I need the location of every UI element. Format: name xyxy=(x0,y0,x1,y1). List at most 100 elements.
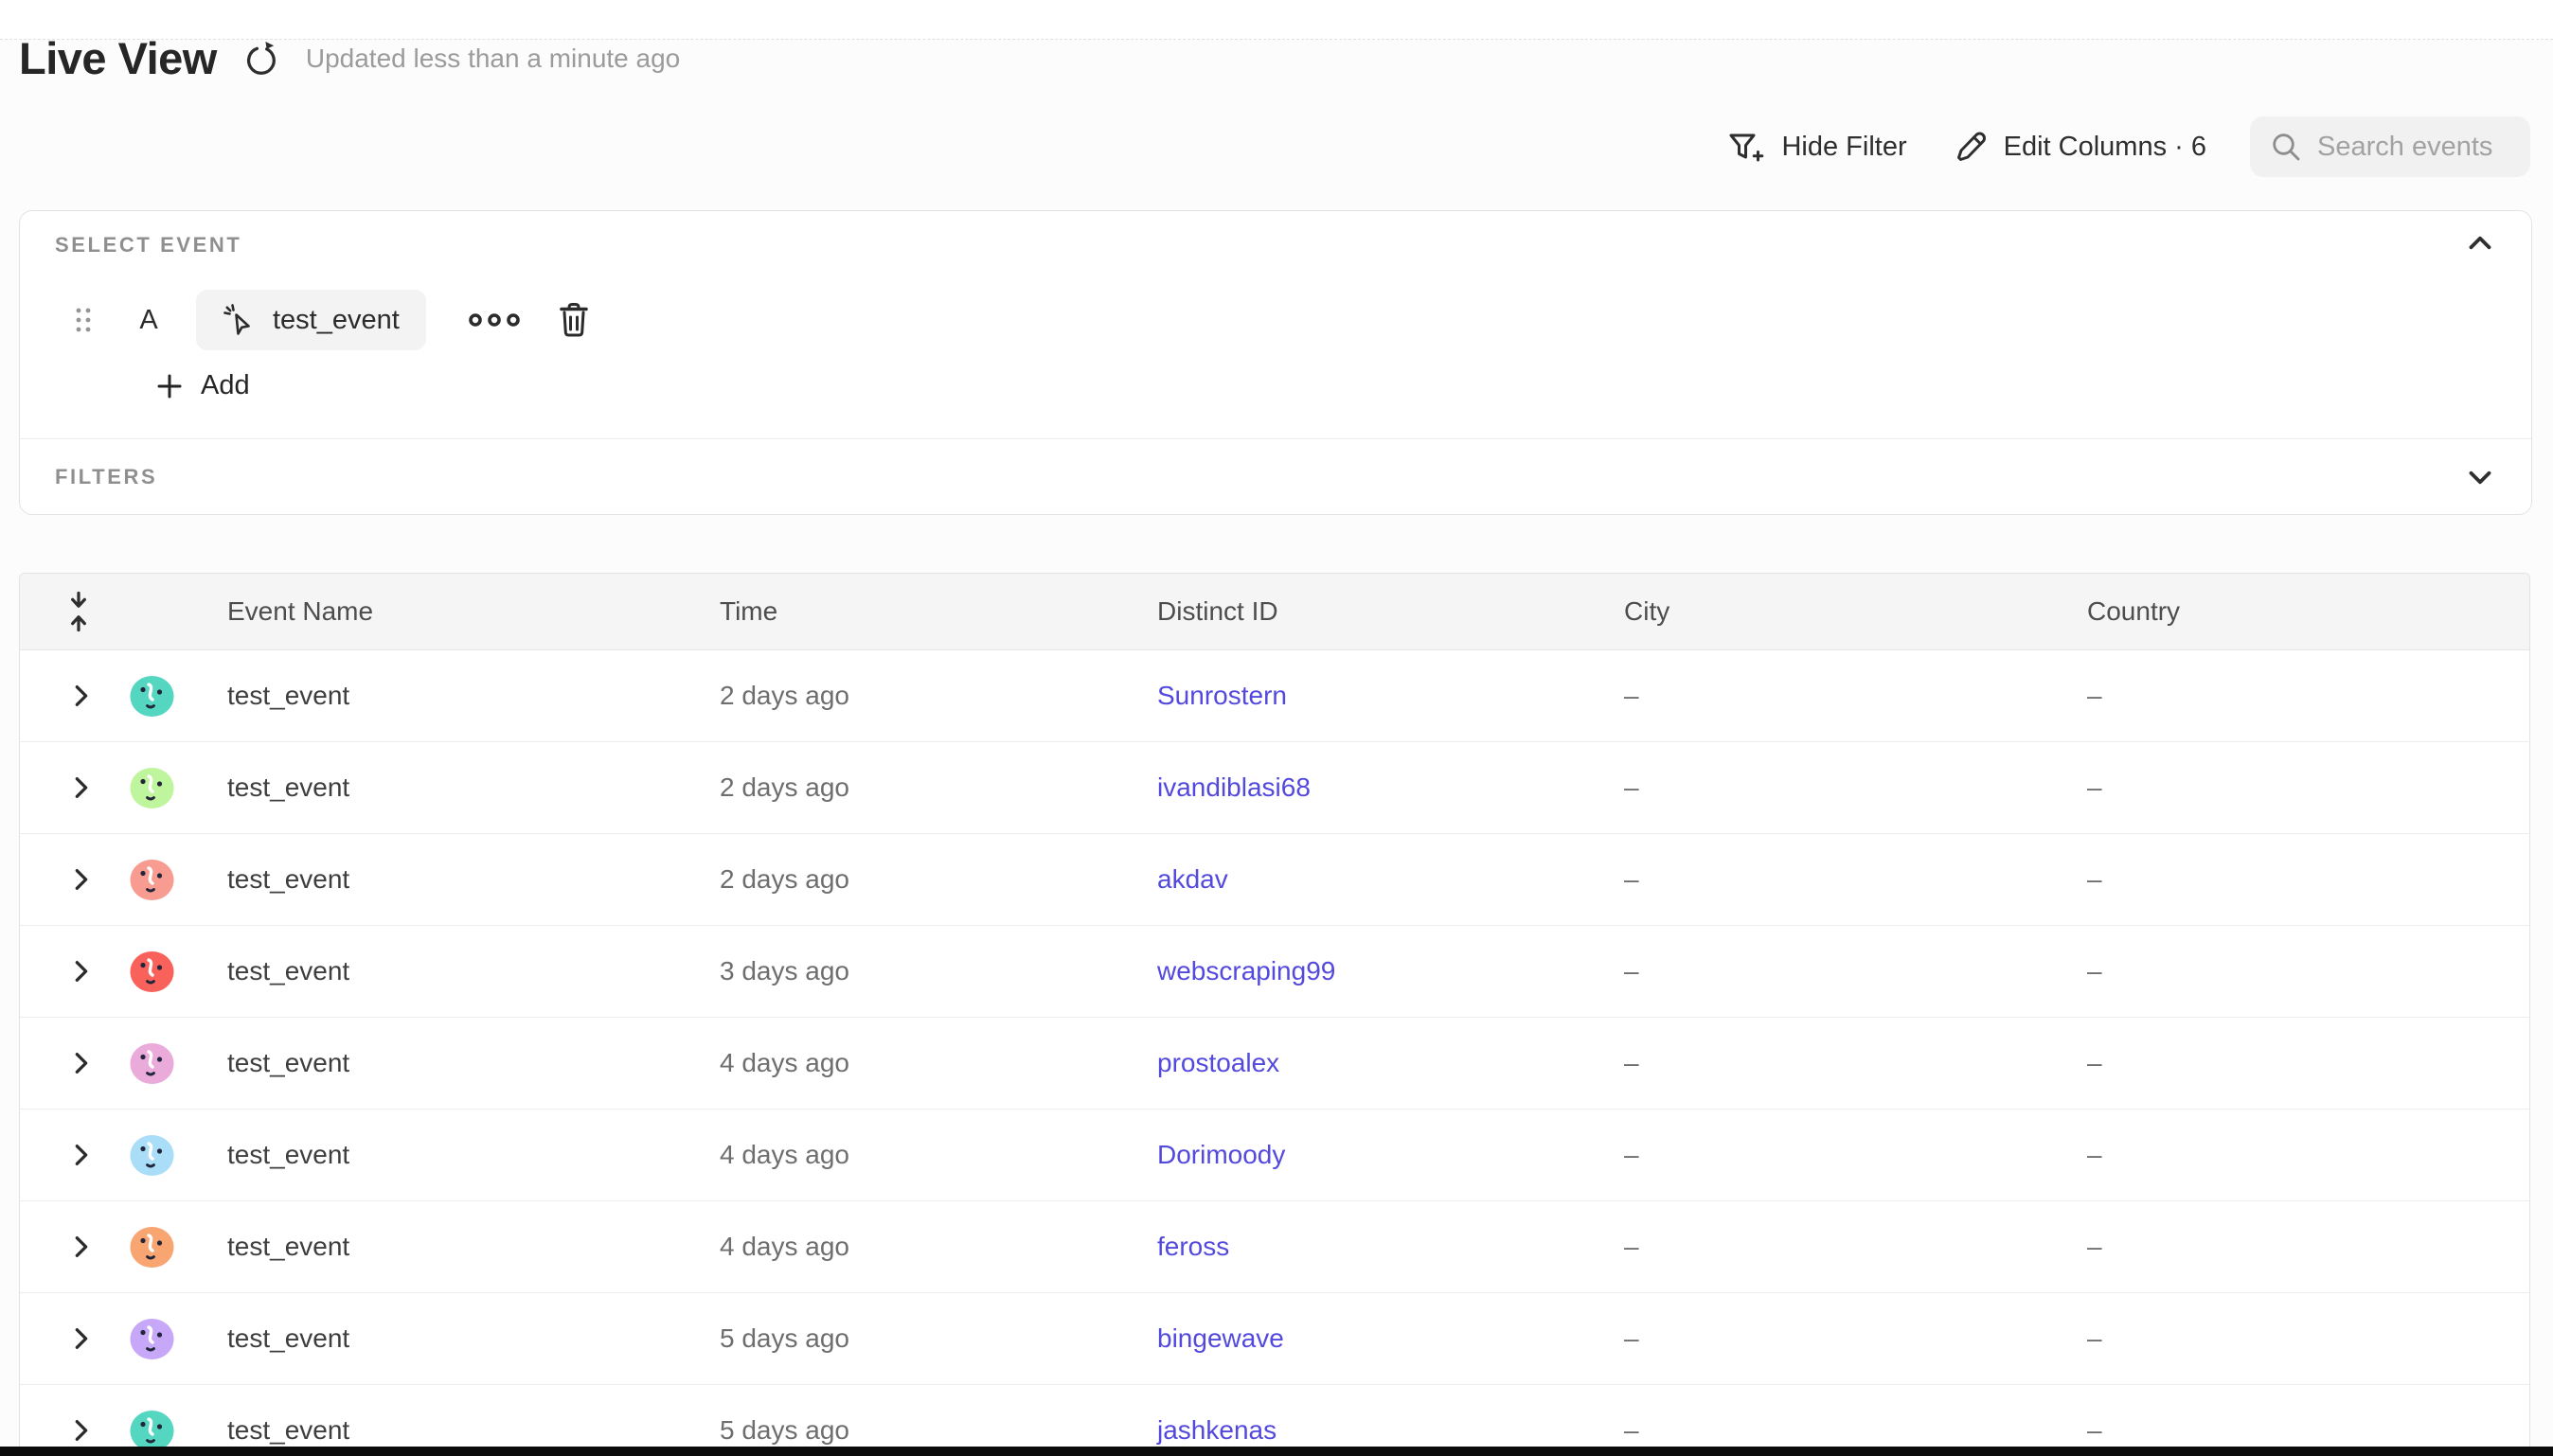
cell-time: 2 days ago xyxy=(720,834,849,925)
cell-time: 4 days ago xyxy=(720,1110,849,1200)
header-country: Country xyxy=(2087,574,2180,649)
chevron-right-icon xyxy=(71,958,92,985)
page-header: Live View Updated less than a minute ago xyxy=(19,32,680,84)
refresh-icon xyxy=(241,39,281,79)
delete-event-button[interactable] xyxy=(557,301,591,339)
search-box[interactable] xyxy=(2250,116,2530,177)
cursor-click-icon xyxy=(223,303,257,337)
cell-country: – xyxy=(2087,650,2102,741)
cell-city: – xyxy=(1624,1110,1639,1200)
hide-filter-button[interactable]: Hide Filter xyxy=(1726,127,1906,167)
cell-country: – xyxy=(2087,742,2102,833)
table-row[interactable]: test_event 3 days ago webscraping99 – – xyxy=(20,926,2529,1018)
distinct-id-link[interactable]: webscraping99 xyxy=(1157,956,1335,986)
search-events-input[interactable] xyxy=(2317,132,2511,163)
chevron-right-icon xyxy=(71,1234,92,1260)
chevron-right-icon xyxy=(71,774,92,801)
cell-country: – xyxy=(2087,926,2102,1017)
cell-event-name: test_event xyxy=(227,834,349,925)
table-row[interactable]: test_event 2 days ago akdav – – xyxy=(20,834,2529,926)
cell-time: 4 days ago xyxy=(720,1201,849,1292)
hide-filter-label: Hide Filter xyxy=(1781,132,1906,163)
cell-time: 2 days ago xyxy=(720,650,849,741)
cell-country: – xyxy=(2087,834,2102,925)
user-avatar xyxy=(130,1041,174,1086)
cell-time: 3 days ago xyxy=(720,926,849,1017)
filters-label: FILTERS xyxy=(55,465,157,489)
cell-time: 5 days ago xyxy=(720,1293,849,1384)
collapse-section-button[interactable] xyxy=(2461,224,2499,262)
page-title: Live View xyxy=(19,32,217,84)
cell-event-name: test_event xyxy=(227,742,349,833)
expand-row-button[interactable] xyxy=(71,1142,92,1168)
selected-event-name: test_event xyxy=(273,305,400,336)
table-row[interactable]: test_event 5 days ago bingewave – – xyxy=(20,1293,2529,1385)
pencil-icon xyxy=(1951,128,1989,166)
collapse-all-rows-button[interactable] xyxy=(64,590,93,633)
event-more-options-button[interactable] xyxy=(468,311,521,329)
drag-handle-icon[interactable] xyxy=(73,303,94,337)
chevron-right-icon xyxy=(71,1325,92,1352)
expand-row-button[interactable] xyxy=(71,958,92,985)
expand-row-button[interactable] xyxy=(71,1417,92,1444)
cell-time: 5 days ago xyxy=(720,1385,849,1456)
event-selector-button[interactable]: test_event xyxy=(196,290,426,350)
distinct-id-link[interactable]: prostoalex xyxy=(1157,1048,1279,1078)
select-event-section: SELECT EVENT A xyxy=(20,211,2531,438)
add-button-label: Add xyxy=(201,370,250,401)
table-row[interactable]: test_event 4 days ago feross – – xyxy=(20,1201,2529,1293)
table-header-row: Event Name Time Distinct ID City Country xyxy=(20,574,2529,650)
chevron-down-icon xyxy=(2462,459,2498,495)
expand-row-button[interactable] xyxy=(71,866,92,893)
refresh-button[interactable] xyxy=(241,39,281,79)
user-avatar xyxy=(130,674,174,719)
edit-columns-button[interactable]: Edit Columns · 6 xyxy=(1951,128,2206,166)
table-row[interactable]: test_event 5 days ago jashkenas – – xyxy=(20,1385,2529,1456)
cell-city: – xyxy=(1624,650,1639,741)
filters-section: FILTERS xyxy=(20,438,2531,514)
header-event-name: Event Name xyxy=(227,574,373,649)
cell-country: – xyxy=(2087,1293,2102,1384)
distinct-id-link[interactable]: akdav xyxy=(1157,864,1228,895)
table-row[interactable]: test_event 2 days ago ivandiblasi68 – – xyxy=(20,742,2529,834)
table-row[interactable]: test_event 4 days ago Dorimoody – – xyxy=(20,1110,2529,1201)
cell-city: – xyxy=(1624,1201,1639,1292)
query-builder-card: SELECT EVENT A xyxy=(19,210,2532,515)
expand-row-button[interactable] xyxy=(71,1050,92,1076)
three-circles-icon xyxy=(468,311,521,329)
arrows-inward-icon xyxy=(64,590,93,633)
expand-row-button[interactable] xyxy=(71,683,92,709)
expand-row-button[interactable] xyxy=(71,1234,92,1260)
cell-country: – xyxy=(2087,1385,2102,1456)
cell-event-name: test_event xyxy=(227,1110,349,1200)
header-time: Time xyxy=(720,574,777,649)
plus-icon xyxy=(154,371,185,401)
cell-city: – xyxy=(1624,926,1639,1017)
distinct-id-link[interactable]: feross xyxy=(1157,1232,1229,1262)
bottom-screen-edge xyxy=(0,1447,2553,1456)
expand-row-button[interactable] xyxy=(71,1325,92,1352)
cell-event-name: test_event xyxy=(227,1385,349,1456)
distinct-id-link[interactable]: bingewave xyxy=(1157,1323,1284,1354)
user-avatar xyxy=(130,1225,174,1270)
trash-icon xyxy=(557,301,591,339)
table-body: test_event 2 days ago Sunrostern – – xyxy=(20,650,2529,1456)
table-row[interactable]: test_event 2 days ago Sunrostern – – xyxy=(20,650,2529,742)
distinct-id-link[interactable]: ivandiblasi68 xyxy=(1157,772,1311,803)
distinct-id-link[interactable]: Sunrostern xyxy=(1157,681,1287,711)
cell-country: – xyxy=(2087,1110,2102,1200)
user-avatar xyxy=(130,858,174,902)
user-avatar xyxy=(130,1133,174,1178)
user-avatar xyxy=(130,766,174,810)
expand-filters-button[interactable] xyxy=(2461,458,2499,496)
expand-row-button[interactable] xyxy=(71,774,92,801)
cell-event-name: test_event xyxy=(227,1018,349,1109)
table-row[interactable]: test_event 4 days ago prostoalex – – xyxy=(20,1018,2529,1110)
cell-event-name: test_event xyxy=(227,650,349,741)
distinct-id-link[interactable]: Dorimoody xyxy=(1157,1140,1285,1170)
header-distinct-id: Distinct ID xyxy=(1157,574,1278,649)
add-event-button[interactable]: Add xyxy=(154,370,250,401)
cell-country: – xyxy=(2087,1201,2102,1292)
toolbar: Hide Filter Edit Columns · 6 xyxy=(1726,115,2530,178)
distinct-id-link[interactable]: jashkenas xyxy=(1157,1415,1276,1446)
